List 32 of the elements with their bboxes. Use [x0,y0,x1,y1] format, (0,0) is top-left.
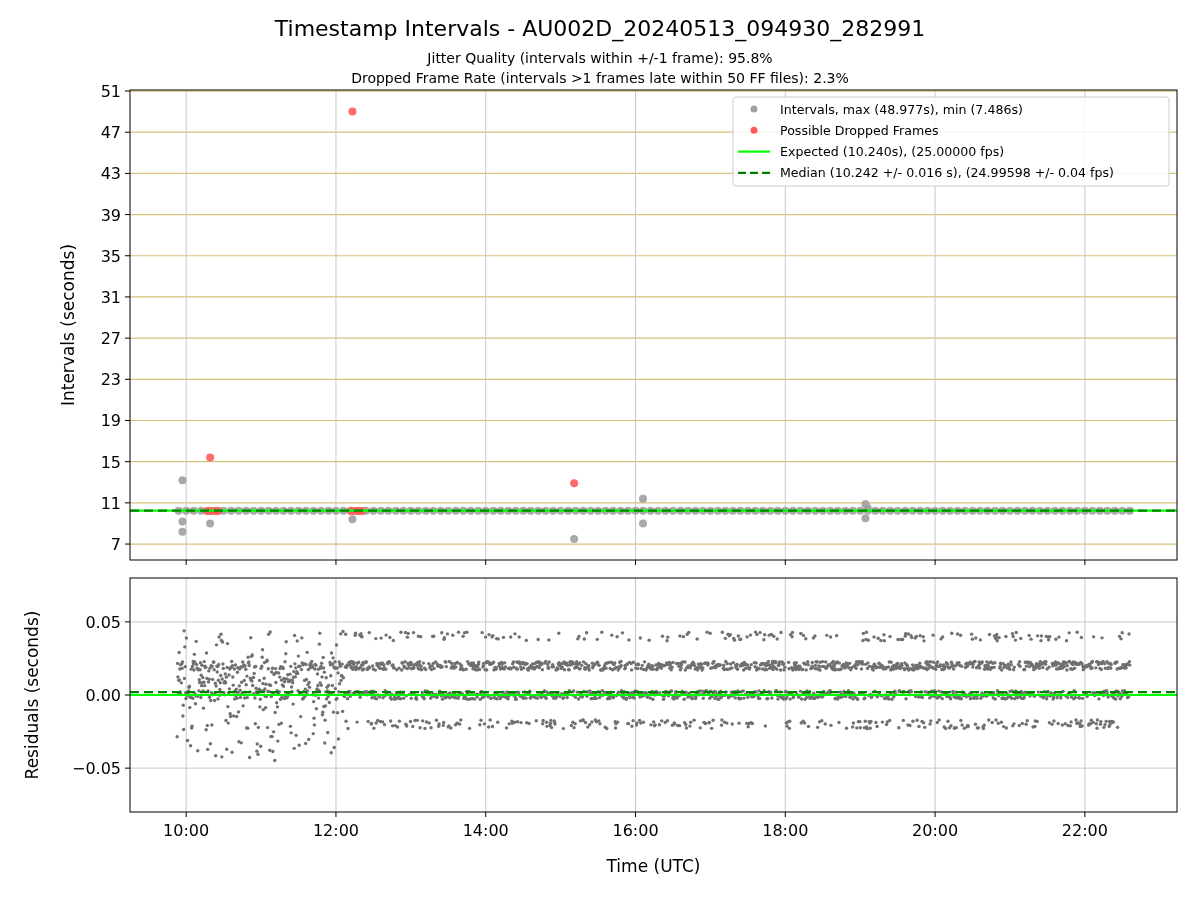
x-tick-label: 18:00 [762,821,809,840]
x-tick-label: 20:00 [912,821,959,840]
legend-label: Intervals, max (48.977s), min (7.486s) [780,101,1023,117]
x-tick-label: 16:00 [612,821,659,840]
y-tick-label: 7 [110,535,121,555]
x-tick-label: 14:00 [462,821,509,840]
y-tick-label: 11 [100,493,121,513]
y-tick-label: −0.05 [71,759,121,779]
y-tick-label: 47 [100,123,121,143]
y-axis-label: Residuals (seconds) [22,610,42,780]
legend-label: Expected (10.240s), (25.00000 fps) [780,144,1005,160]
y-tick-label: 39 [100,205,121,225]
y-tick-label: 51 [100,82,121,102]
legend-label: Possible Dropped Frames [780,122,939,138]
y-tick-label: 23 [100,370,121,390]
legend-label: Median (10.242 +/- 0.016 s), (24.99598 +/- 0.04 fps) [780,165,1114,181]
y-tick-label: 31 [100,287,121,307]
figure-title: Timestamp Intervals - AU002D_20240513_094930_282991 [274,16,926,41]
x-tick-label: 10:00 [163,821,210,840]
figure-subtitle: Jitter Quality (intervals within +/-1 frame): 95.8% [427,50,773,66]
figure-subtitle: Dropped Frame Rate (intervals >1 frames late within 50 FF files): 2.3% [351,70,849,86]
y-tick-label: 35 [100,246,121,266]
x-axis-label: Time (UTC) [606,856,701,876]
y-tick-label: 27 [100,329,121,349]
y-tick-label: 43 [100,164,121,184]
x-tick-label: 12:00 [312,821,359,840]
x-tick-label: 22:00 [1061,821,1108,840]
y-tick-label: 0.00 [85,686,121,705]
y-tick-label: 15 [100,452,121,472]
y-tick-label: 19 [100,411,121,431]
y-axis-label: Intervals (seconds) [58,243,78,407]
y-tick-label: 0.05 [85,612,121,632]
